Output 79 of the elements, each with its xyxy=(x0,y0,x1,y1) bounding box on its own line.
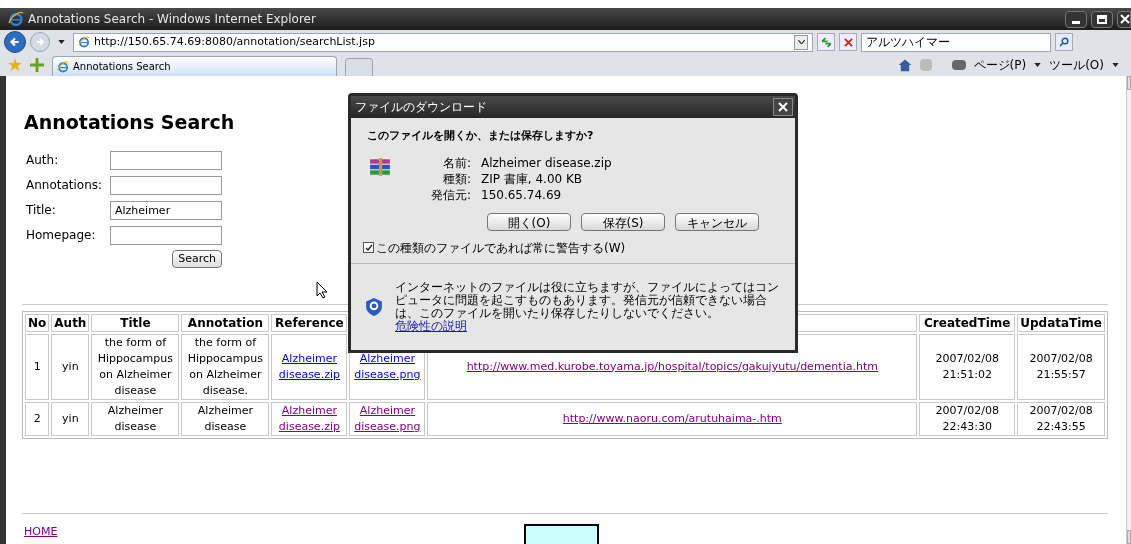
column-header: Auth xyxy=(51,313,90,332)
search-button[interactable] xyxy=(1055,33,1073,51)
table-cell: the form of Hippocampus on Alzheimer disease. xyxy=(181,333,270,400)
ie-logo-icon xyxy=(8,11,24,27)
home-icon[interactable] xyxy=(897,58,912,72)
dialog-title: ファイルのダウンロード xyxy=(355,99,488,116)
checkbox-label: この種類のファイルであれば常に警告する(W) xyxy=(376,239,626,257)
archive-icon xyxy=(369,157,391,176)
page-icon xyxy=(78,36,90,48)
input-field[interactable] xyxy=(110,225,222,245)
close-button[interactable] xyxy=(773,98,793,116)
input-field[interactable]: Alzheimer xyxy=(110,200,222,220)
search-icon xyxy=(1059,37,1069,47)
caret-icon xyxy=(1112,63,1119,67)
arrow-right-icon xyxy=(35,37,45,47)
dialog-question: このファイルを開くか、または保存しますか? xyxy=(367,128,595,144)
refresh-icon xyxy=(820,36,832,48)
table-cell: 1 xyxy=(25,333,50,400)
checkbox[interactable] xyxy=(363,242,374,253)
table-cell: Alzheimer disease xyxy=(181,401,270,436)
column-header: CreatedTime xyxy=(919,313,1016,332)
dropdown-arrow-icon[interactable] xyxy=(58,40,65,44)
table-cell: yin xyxy=(51,333,90,400)
tools-menu[interactable]: ツール(O) xyxy=(1049,56,1104,74)
arrow-left-icon xyxy=(9,36,21,48)
search-submit-button[interactable]: Search xyxy=(172,249,222,268)
column-header: UpdataTime xyxy=(1017,313,1105,332)
risk-link[interactable]: 危険性の説明 xyxy=(395,318,467,333)
input-field[interactable] xyxy=(110,175,222,195)
field-label: 名前: xyxy=(441,154,471,171)
refresh-button[interactable] xyxy=(817,33,835,51)
star-icon[interactable] xyxy=(8,58,22,72)
stop-button[interactable] xyxy=(839,33,857,51)
table-cell: 2 xyxy=(25,401,50,436)
window-title: Annotations Search - Windows Internet Explorer xyxy=(28,11,316,28)
table-cell: 2007/02/08 21:55:57 xyxy=(1017,333,1105,400)
browser-tab[interactable]: Annotations Search xyxy=(52,56,337,76)
page-menu[interactable]: ページ(P) xyxy=(973,56,1027,74)
field-label: 発信元: xyxy=(429,186,471,203)
search-field[interactable]: アルツハイマー xyxy=(861,32,1051,52)
column-header: No xyxy=(25,313,50,332)
table-cell: 2007/02/08 21:51:02 xyxy=(919,333,1016,400)
field-value: 150.65.74.69 xyxy=(481,186,563,203)
page-icon xyxy=(57,60,69,73)
field-value: ZIP 書庫, 4.00 KB xyxy=(481,170,584,187)
mouse-cursor-icon xyxy=(316,281,328,299)
column-header: Annotation xyxy=(181,313,270,332)
address-bar[interactable]: http://150.65.74.69:8080/annotation/searchList.jsp xyxy=(73,32,813,52)
field-label: Auth: xyxy=(26,152,60,169)
scrollbar[interactable] xyxy=(1126,76,1131,544)
home-link[interactable]: HOME xyxy=(24,525,58,538)
field-label: Homepage: xyxy=(26,227,97,244)
field-label: 種類: xyxy=(441,170,471,187)
column-header: Title xyxy=(91,313,180,332)
table-cell: 2007/02/08 22:43:30 xyxy=(919,401,1016,436)
field-label: Title: xyxy=(26,202,57,219)
page-heading: Annotations Search xyxy=(24,110,235,135)
dialog-button[interactable]: キャンセル xyxy=(675,212,759,231)
column-header: Reference xyxy=(271,313,348,332)
field-label: Annotations: xyxy=(26,177,104,194)
table-cell: 2007/02/08 22:43:55 xyxy=(1017,401,1105,436)
table-cell: Alzheimer disease xyxy=(91,401,180,436)
close-icon xyxy=(778,102,788,112)
minimize-button[interactable] xyxy=(1065,10,1087,28)
back-button[interactable] xyxy=(4,31,26,53)
caret-icon xyxy=(1034,63,1042,67)
input-field[interactable] xyxy=(110,150,222,170)
maximize-button[interactable] xyxy=(1091,10,1113,28)
dialog-button[interactable]: 開く(O) xyxy=(487,212,571,231)
add-star-icon[interactable] xyxy=(30,58,44,72)
field-value: Alzheimer disease.zip xyxy=(481,154,612,171)
table-cell: yin xyxy=(51,401,90,436)
chevron-down-icon[interactable] xyxy=(794,34,808,50)
close-button[interactable] xyxy=(1117,10,1131,28)
dialog-button[interactable]: 保存(S) xyxy=(581,212,665,231)
warning-text: インターネットのファイルは役に立ちますが、ファイルによってはコンピュータに問題を起こすものもあります。発信元が信頼できない場合は、このファイルを開いたり保存したりしないでください。 危険性の説明 xyxy=(395,280,780,333)
table-cell: the form of Hippocampus on Alzheimer disease xyxy=(91,333,180,400)
close-icon xyxy=(843,37,853,47)
shield-icon xyxy=(365,295,383,318)
